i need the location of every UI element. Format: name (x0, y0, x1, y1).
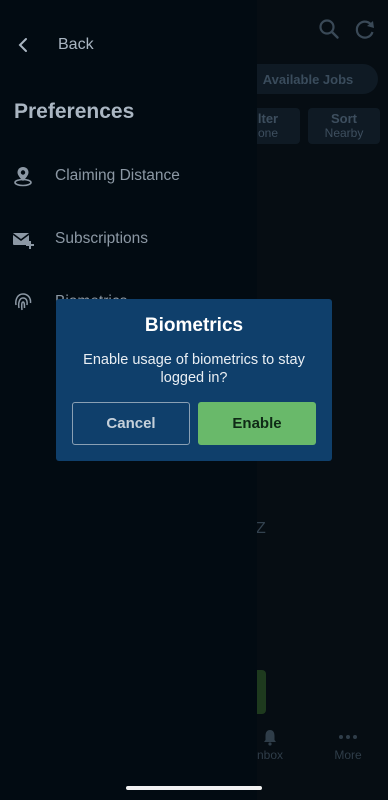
back-button[interactable]: Back (16, 36, 94, 54)
location-pin-icon (12, 165, 34, 187)
sort-label: Sort (331, 111, 357, 126)
more-dots-icon (339, 735, 357, 739)
enable-button[interactable]: Enable (198, 402, 316, 445)
cancel-button[interactable]: Cancel (72, 402, 190, 445)
dialog-title: Biometrics (144, 315, 244, 336)
bell-icon (264, 730, 276, 746)
top-toolbar (318, 18, 376, 40)
menu-item-label: Subscriptions (55, 230, 149, 247)
mail-plus-icon (12, 228, 34, 250)
available-jobs-tab[interactable]: Available Jobs (238, 64, 378, 94)
biometrics-dialog: Biometrics Enable usage of biometrics to… (56, 299, 332, 461)
sort-button[interactable]: Sort Nearby (308, 108, 380, 144)
tab-inbox-label: nbox (256, 748, 284, 762)
back-label: Back (58, 36, 94, 53)
tab-inbox[interactable]: nbox (252, 728, 288, 762)
search-icon[interactable] (318, 18, 340, 40)
menu-item-subscriptions[interactable]: Subscriptions (12, 224, 148, 254)
tab-more[interactable]: More (326, 728, 370, 762)
tab-more-label: More (334, 748, 362, 762)
menu-item-claiming-distance[interactable]: Claiming Distance (12, 161, 180, 191)
refresh-icon[interactable] (354, 18, 376, 40)
menu-item-label: Claiming Distance (55, 167, 180, 184)
sort-sub-label: Nearby (324, 126, 364, 140)
fingerprint-icon (12, 291, 34, 313)
chevron-left-icon (18, 38, 27, 52)
home-indicator[interactable] (126, 786, 262, 790)
background-text: Z (256, 520, 266, 537)
drawer-title: Preferences (14, 100, 135, 123)
dialog-message: Enable usage of biometrics to stay logge… (83, 352, 305, 386)
